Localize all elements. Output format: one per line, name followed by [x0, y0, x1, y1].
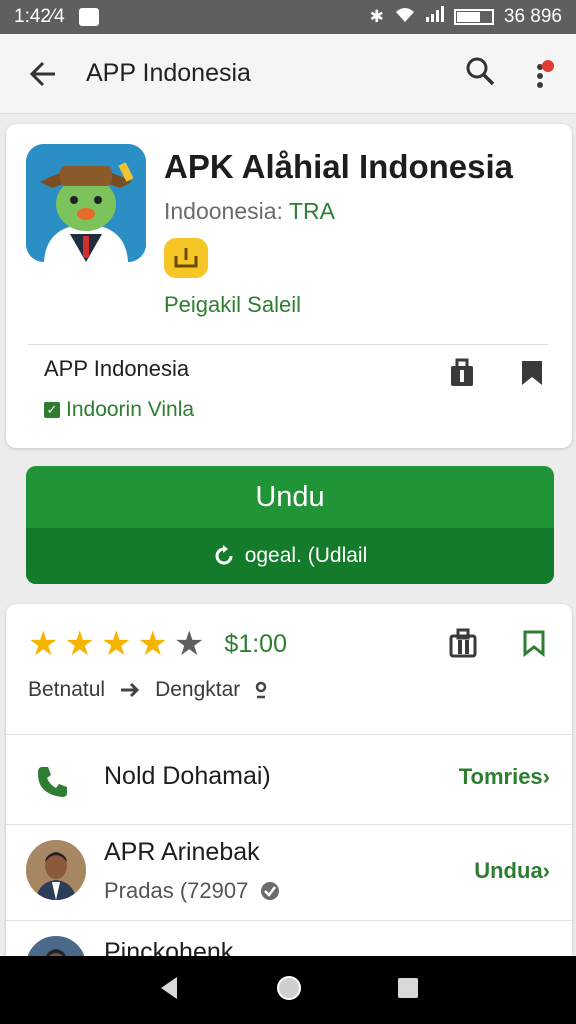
app-subtitle-tag: TRA: [288, 198, 335, 224]
notification-badge: [542, 59, 554, 72]
wifi-icon: [394, 6, 416, 29]
app-header-card: APK Alåhial Indonesia Indoonesia: TRA Pe…: [6, 124, 572, 448]
search-button[interactable]: [464, 55, 496, 92]
notification-icon: [78, 8, 99, 26]
share-icon: [449, 628, 477, 658]
link-icon: [256, 681, 267, 699]
bookmark-icon: [522, 361, 542, 385]
arrow-forward-icon: [121, 682, 140, 698]
nav-home-button[interactable]: [275, 974, 303, 1007]
phone-icon: [34, 764, 70, 805]
install-label: Undu: [255, 480, 325, 513]
rating-row: ★ ★ ★ ★ ★ $1:00: [28, 624, 287, 664]
rating-stars: ★ ★ ★ ★ ★: [28, 624, 204, 664]
arrow-back-icon: [29, 61, 55, 86]
star-filled-icon: ★: [100, 625, 132, 663]
nav-back-icon: [161, 976, 177, 999]
page-title: APP Indonesia: [86, 59, 251, 87]
price-label: $1:00: [224, 629, 287, 658]
verified-icon: [261, 882, 280, 900]
list-item-subtitle-text: Pradas (72907: [104, 878, 249, 903]
app-subtitle: Indoonesia: TRA: [164, 198, 335, 225]
developer-name[interactable]: APP Indonesia: [44, 356, 189, 382]
meta-right[interactable]: Dengktar: [155, 678, 240, 702]
install-button[interactable]: Undu ogeal. (Udlail: [26, 466, 554, 584]
list-item[interactable]: Nold Dohamai) Tomries›: [6, 734, 572, 824]
nav-recents-button[interactable]: [397, 977, 419, 1004]
app-subtitle-prefix: Indoonesia:: [164, 198, 289, 224]
info-card: ★ ★ ★ ★ ★ $1:00 Betnatul Dengktar Nold Doham…: [6, 604, 572, 964]
install-sub-row[interactable]: ogeal. (Udlail: [26, 528, 554, 584]
refresh-icon: [215, 545, 233, 565]
install-sub-label: ogeal. (Udlail: [244, 544, 368, 567]
developer-verified-label: Indoorin Vinla: [66, 398, 195, 421]
star-filled-icon: ★: [64, 625, 95, 663]
install-badge-icon: [164, 238, 208, 278]
nav-back-button[interactable]: [157, 975, 181, 1006]
search-icon: [466, 57, 495, 86]
more-vert-button[interactable]: [528, 58, 554, 90]
list-item-title: Nold Dohamai): [104, 762, 271, 790]
system-nav-bar: [0, 956, 576, 1024]
meta-left[interactable]: Betnatul: [28, 678, 105, 702]
bookmark-button[interactable]: [520, 359, 544, 392]
app-name: APK Alåhial Indonesia: [164, 148, 514, 185]
battery-text: 36 896: [503, 6, 562, 27]
back-button[interactable]: [0, 58, 86, 90]
check-icon: ✓: [44, 402, 60, 418]
bookmark-outline-icon: [523, 630, 545, 658]
app-tagline[interactable]: Peigakil Saleil: [164, 292, 301, 318]
status-time: 1:42⁄4: [14, 6, 65, 27]
status-bar: 1:42⁄4 ✱ 36 896: [0, 0, 576, 34]
battery-icon: [453, 9, 494, 25]
avatar: [26, 840, 86, 900]
bookmark-button[interactable]: [522, 629, 546, 662]
nav-home-icon: [277, 975, 301, 1000]
app-icon: [26, 144, 146, 262]
signal-icon: [425, 6, 444, 28]
list-item-link[interactable]: Tomries›: [459, 764, 550, 790]
share-button[interactable]: [448, 358, 476, 393]
star-filled-icon: ★: [137, 625, 168, 663]
star-filled-icon: ★: [28, 625, 59, 663]
list-item-subtitle: Pradas (72907: [104, 878, 280, 904]
divider: [28, 344, 548, 345]
list-item-link[interactable]: Undua›: [474, 858, 550, 884]
nav-recents-icon: [398, 977, 418, 998]
list-item[interactable]: APR Arinebak Pradas (72907 Undua›: [6, 824, 572, 920]
bluetooth-icon: ✱: [369, 7, 384, 26]
app-bar: APP Indonesia: [0, 34, 576, 114]
developer-verified: ✓ Indoorin Vinla: [44, 398, 194, 422]
share-button[interactable]: [448, 628, 478, 663]
share-icon: [451, 358, 473, 386]
star-empty-icon: ★: [173, 625, 205, 663]
list-item-title: APR Arinebak: [104, 838, 260, 866]
meta-row: Betnatul Dengktar: [28, 678, 268, 702]
